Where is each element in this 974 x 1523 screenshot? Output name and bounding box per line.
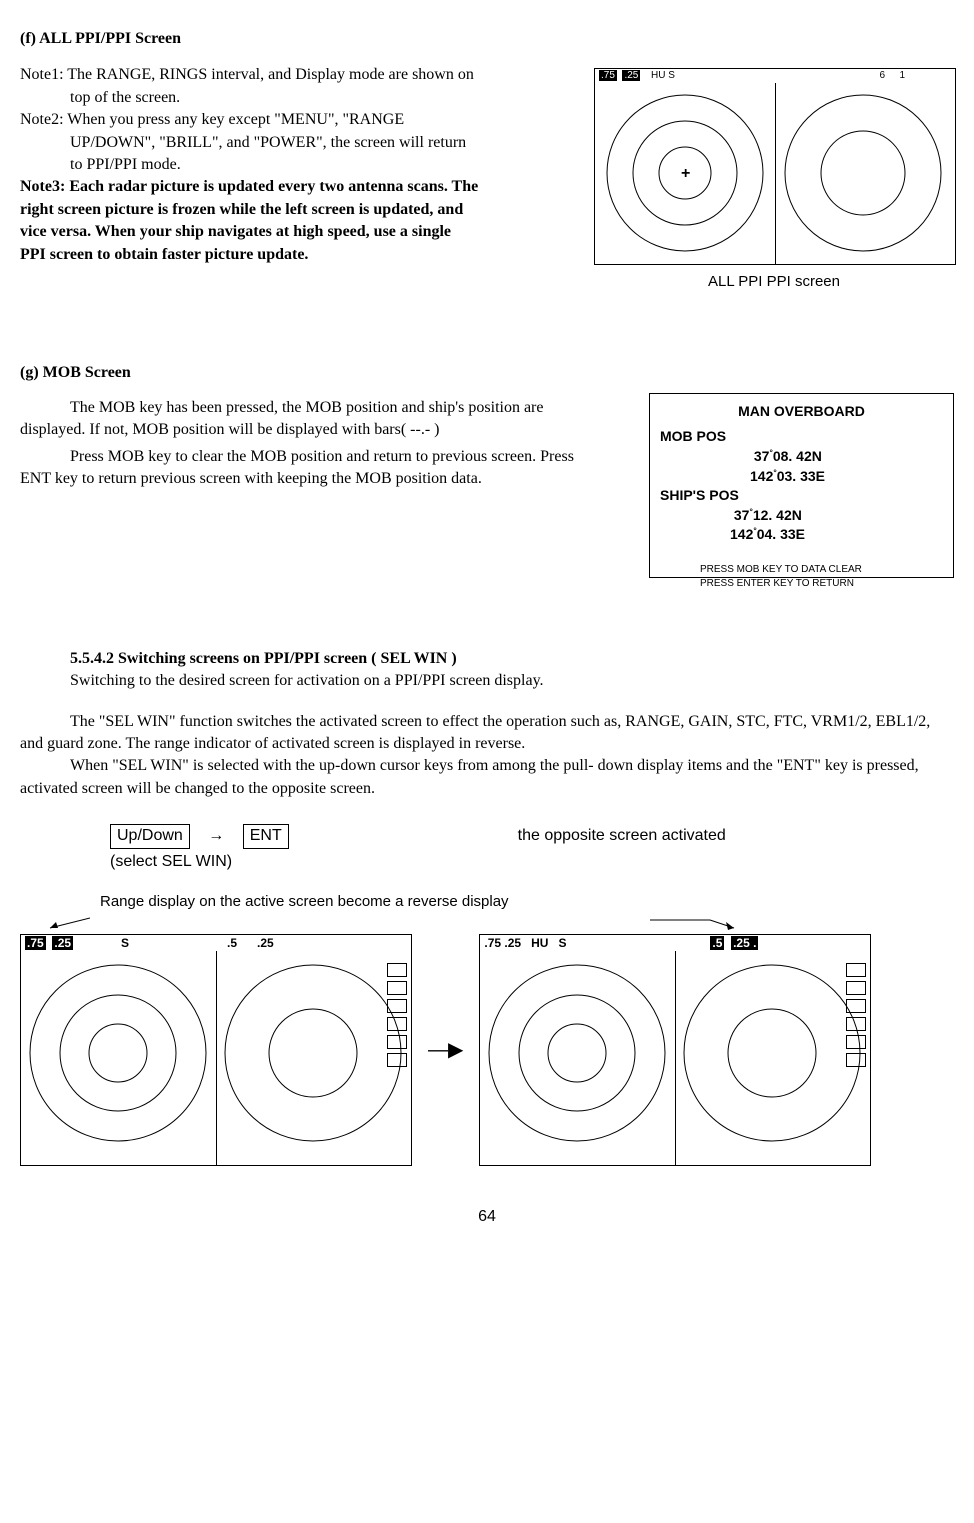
mob-title: MAN OVERBOARD <box>660 402 943 422</box>
mob-lon: 142°03. 33E <box>750 467 943 487</box>
left-hdr-25: .25 <box>52 936 73 950</box>
mob-foot2: PRESS ENTER KEY TO RETURN <box>700 577 943 591</box>
right-hdr-5: .5 <box>710 936 724 950</box>
ppi-hdr-left: .75 .25 <box>599 69 640 83</box>
sec5542-line3: When "SEL WIN" is selected with the up-d… <box>20 755 954 800</box>
section-g-title: (g) MOB Screen <box>20 362 954 384</box>
ppi-hdr-6: 6 <box>879 69 885 83</box>
dual-left-rings-r <box>223 963 403 1143</box>
left-hdr-75: .75 <box>25 936 46 950</box>
ship-lon: 142°04. 33E <box>730 525 943 545</box>
note1-text1: The RANGE, RINGS interval, and Display m… <box>64 66 474 83</box>
sec5542-line2: The "SEL WIN" function switches the acti… <box>20 711 954 756</box>
page-number: 64 <box>20 1206 954 1228</box>
left-hdr-25b: .25 <box>257 935 274 952</box>
right-hdr-hu: HU <box>531 936 548 950</box>
g-para2: Press MOB key to clear the MOB position … <box>20 446 590 491</box>
left-hdr-5: .5 <box>227 935 237 952</box>
ppi-hdr-25: .25 <box>622 70 640 81</box>
right-side-marks <box>846 963 866 1067</box>
ship-pos-label: SHIP'S POS <box>660 486 943 506</box>
updown-button[interactable]: Up/Down <box>110 824 190 848</box>
ppi-hdr-hus: HU S <box>651 69 675 83</box>
dual-box-right: .75 .25 HU S .5 .25 . <box>479 934 871 1166</box>
ent-button[interactable]: ENT <box>243 824 289 848</box>
dual-box-left: .75 .25 S .5 .25 <box>20 934 412 1166</box>
mid-arrow-icon: —▶ <box>424 1036 467 1064</box>
pointer-arrow-left <box>40 916 90 936</box>
sec5542-title: 5.5.4.2 Switching screens on PPI/PPI scr… <box>70 648 954 670</box>
dual-right-vdiv <box>675 951 676 1165</box>
ppi-rings-left: + <box>605 93 765 253</box>
mob-box: MAN OVERBOARD MOB POS 37°08. 42N 142°03.… <box>649 393 954 578</box>
right-hdr-25: .25 . <box>731 936 758 950</box>
ppi-box: .75 .25 HU S 6 1 + <box>594 68 956 265</box>
select-text: (select SEL WIN) <box>110 851 954 873</box>
section-f-title: (f) ALL PPI/PPI Screen <box>20 28 954 50</box>
mob-lat: 37°08. 42N <box>750 447 943 467</box>
left-hdr-7525: .75 .25 <box>25 935 73 952</box>
note2-text1: When you press any key except "MENU", "R… <box>64 111 405 128</box>
ppi-header: .75 .25 HU S 6 1 <box>595 69 955 83</box>
ppi-plus: + <box>681 163 690 185</box>
ppi-rings-right <box>783 93 943 253</box>
arrow-icon: → <box>208 827 224 844</box>
dual-left-rings-l <box>28 963 208 1143</box>
result-text: the opposite screen activated <box>518 827 726 844</box>
ppi-vdivider <box>775 83 776 264</box>
ship-lat: 37°12. 42N <box>730 506 943 526</box>
mob-pos-label: MOB POS <box>660 427 943 447</box>
ppi-hdr-1: 1 <box>899 69 905 83</box>
dual-right-rings-l <box>487 963 667 1143</box>
sec5542-line1: Switching to the desired screen for acti… <box>70 670 954 692</box>
left-side-marks <box>387 963 407 1067</box>
g-para1: The MOB key has been pressed, the MOB po… <box>20 397 590 442</box>
note2-label: Note2: <box>20 111 64 128</box>
right-hdr-s: S <box>558 936 566 950</box>
right-hdr-7525: .75 .25 <box>484 936 521 950</box>
left-hdr-s: S <box>121 935 129 952</box>
dual-row: .75 .25 S .5 .25 <box>20 934 954 1166</box>
dual-right-rings-r <box>682 963 862 1143</box>
pointer-arrow-right <box>650 916 740 936</box>
ppi-hdr-75: .75 <box>599 70 617 81</box>
pointer-row <box>20 916 954 928</box>
range-caption: Range display on the active screen becom… <box>100 891 954 912</box>
note1-label: Note1: <box>20 66 64 83</box>
mob-foot1: PRESS MOB KEY TO DATA CLEAR <box>700 563 943 577</box>
ppi-figure: .75 .25 HU S 6 1 + ALL PP <box>594 68 954 292</box>
ppi-caption: ALL PPI PPI screen <box>594 271 954 292</box>
right-hdr-left: .75 .25 HU S <box>484 935 566 952</box>
dual-left-vdiv <box>216 951 217 1165</box>
right-hdr-525: .5 .25 . <box>710 935 758 952</box>
sequence-line: Up/Down → ENT the opposite screen activa… <box>110 824 954 873</box>
